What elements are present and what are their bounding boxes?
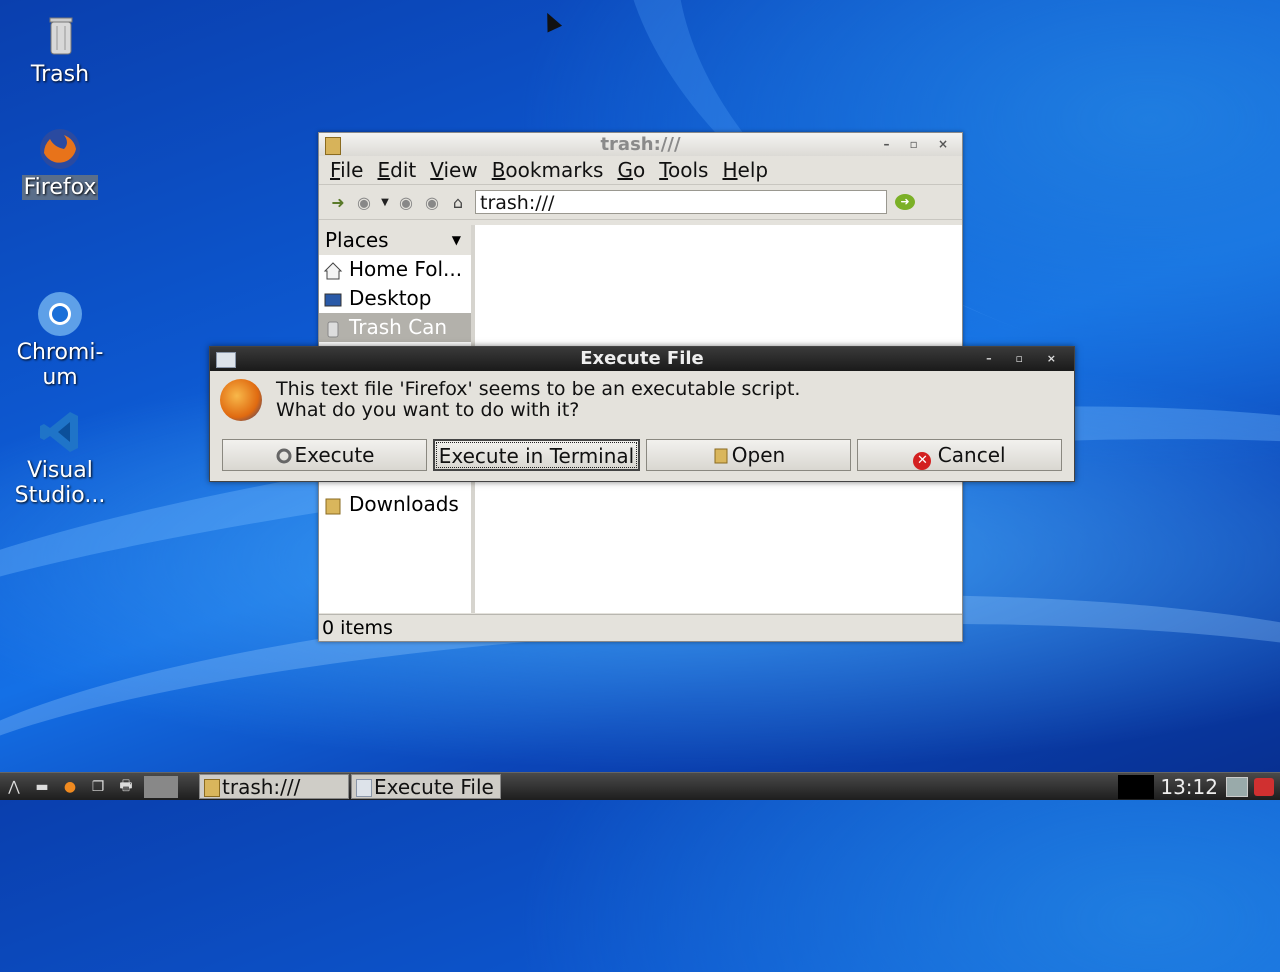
folder-icon bbox=[204, 779, 220, 797]
vscode-icon bbox=[36, 383, 84, 452]
sidebar-item-label: Desktop bbox=[349, 286, 432, 310]
button-label: Cancel bbox=[937, 443, 1006, 467]
places-label: Places bbox=[325, 228, 389, 252]
location-input[interactable]: trash:/// bbox=[475, 190, 887, 214]
window-titlebar[interactable]: trash:/// – ▫ × bbox=[319, 133, 962, 156]
desktop-icon-visual-studio[interactable]: Visual Studio... bbox=[5, 358, 115, 508]
button-label: Execute bbox=[294, 443, 375, 467]
taskbar: ⋀ ▬ ● ❐ 🖶 trash:/// Execute File 13:12 bbox=[0, 772, 1280, 800]
dialog-titlebar[interactable]: Execute File – ▫ × bbox=[210, 347, 1074, 371]
menu-file[interactable]: File bbox=[323, 158, 370, 182]
trash-icon bbox=[323, 318, 343, 338]
sidebar-item-trash[interactable]: Trash Can bbox=[319, 313, 471, 342]
sidebar-item-home[interactable]: Home Fol... bbox=[319, 255, 471, 284]
history-dropdown-icon[interactable]: ▼ bbox=[377, 189, 393, 215]
home-folder-icon bbox=[323, 260, 343, 280]
open-button[interactable]: Open bbox=[646, 439, 851, 471]
sidebar-item-label: Downloads bbox=[349, 492, 459, 516]
sidebar-item-downloads[interactable]: Downloads bbox=[319, 490, 471, 519]
menu-go[interactable]: Go bbox=[610, 158, 652, 182]
minimize-all-icon[interactable]: ▬ bbox=[28, 776, 56, 798]
start-menu-icon[interactable]: ⋀ bbox=[0, 776, 28, 798]
sidebar-item-label: Home Fol... bbox=[349, 257, 463, 281]
folder-icon bbox=[323, 495, 343, 515]
menu-help[interactable]: Help bbox=[715, 158, 775, 182]
up-icon[interactable]: ◉ bbox=[419, 189, 445, 215]
places-selector[interactable]: Places ▼ bbox=[319, 225, 471, 255]
taskbar-task-execute-file[interactable]: Execute File bbox=[351, 774, 501, 799]
system-tray: 13:12 bbox=[1118, 773, 1280, 800]
trash-icon bbox=[36, 12, 84, 60]
execute-in-terminal-button[interactable]: Execute in Terminal bbox=[433, 439, 640, 471]
folder-icon bbox=[712, 443, 730, 464]
tray-applet[interactable] bbox=[1118, 774, 1155, 799]
dialog-message: This text file 'Firefox' seems to be an … bbox=[276, 379, 800, 431]
execute-file-dialog: Execute File – ▫ × This text file 'Firef… bbox=[209, 346, 1075, 482]
execute-button[interactable]: Execute bbox=[222, 439, 427, 471]
chevron-down-icon: ▼ bbox=[451, 233, 461, 247]
firefox-icon bbox=[220, 379, 262, 421]
dialog-message-line: This text file 'Firefox' seems to be an … bbox=[276, 378, 801, 400]
firefox-icon bbox=[36, 125, 84, 173]
desktop-icon-label: Visual Studio... bbox=[14, 458, 106, 508]
status-bar: 0 items bbox=[319, 614, 962, 641]
printer-icon[interactable]: 🖶 bbox=[112, 776, 140, 798]
close-icon: ✕ bbox=[913, 452, 932, 470]
window-title: trash:/// bbox=[600, 134, 681, 155]
network-icon[interactable] bbox=[1226, 776, 1248, 797]
menu-view[interactable]: View bbox=[423, 158, 484, 182]
desktop-folder-icon bbox=[323, 289, 343, 309]
toolbar: ➜ ◉ ▼ ◉ ◉ ⌂ trash:/// ➜ bbox=[319, 185, 962, 220]
task-label: trash:/// bbox=[222, 775, 301, 799]
new-tab-icon[interactable]: ➜ bbox=[325, 189, 351, 215]
menu-tools[interactable]: Tools bbox=[652, 158, 715, 182]
window-controls[interactable]: – ▫ × bbox=[986, 347, 1066, 371]
dialog-buttons: Execute Execute in Terminal Open ✕ Cance… bbox=[210, 431, 1074, 471]
menu-bar: File Edit View Bookmarks Go Tools Help bbox=[319, 156, 962, 185]
power-icon[interactable] bbox=[1254, 777, 1274, 796]
dialog-message-line: What do you want to do with it? bbox=[276, 399, 580, 421]
clock[interactable]: 13:12 bbox=[1160, 775, 1218, 799]
window-switcher-icon[interactable]: ❐ bbox=[84, 776, 112, 798]
button-label: Execute in Terminal bbox=[438, 444, 635, 468]
button-label: Open bbox=[731, 443, 786, 467]
desktop-icon-firefox[interactable]: Firefox bbox=[5, 125, 115, 200]
sidebar-item-label: Trash Can bbox=[349, 315, 448, 339]
menu-bookmarks[interactable]: Bookmarks bbox=[485, 158, 611, 182]
firefox-launcher-icon[interactable]: ● bbox=[56, 776, 84, 798]
home-icon[interactable]: ⌂ bbox=[445, 189, 471, 215]
gear-icon bbox=[275, 443, 293, 464]
forward-icon[interactable]: ◉ bbox=[393, 189, 419, 215]
back-icon[interactable]: ◉ bbox=[351, 189, 377, 215]
task-label: Execute File bbox=[374, 775, 494, 799]
window-icon bbox=[216, 352, 236, 368]
go-arrow-icon[interactable]: ➜ bbox=[895, 194, 915, 210]
desktop-icon-trash[interactable]: Trash bbox=[5, 12, 115, 87]
window-icon bbox=[356, 779, 372, 797]
dialog-body: This text file 'Firefox' seems to be an … bbox=[210, 371, 1074, 431]
menu-edit[interactable]: Edit bbox=[370, 158, 423, 182]
workspace-icon[interactable] bbox=[144, 775, 178, 798]
desktop-icon-label: Firefox bbox=[21, 175, 99, 200]
window-controls[interactable]: – ▫ × bbox=[883, 133, 956, 156]
folder-icon bbox=[325, 137, 341, 155]
mouse-cursor bbox=[539, 9, 563, 33]
chromium-icon bbox=[36, 265, 84, 336]
status-text: 0 items bbox=[322, 617, 393, 639]
launcher-area: ⋀ ▬ ● ❐ 🖶 bbox=[0, 773, 178, 800]
desktop-icon-label: Trash bbox=[30, 62, 90, 87]
sidebar-item-desktop[interactable]: Desktop bbox=[319, 284, 471, 313]
taskbar-task-trash[interactable]: trash:/// bbox=[199, 774, 349, 799]
dialog-title: Execute File bbox=[580, 348, 704, 369]
cancel-button[interactable]: ✕ Cancel bbox=[857, 439, 1062, 471]
